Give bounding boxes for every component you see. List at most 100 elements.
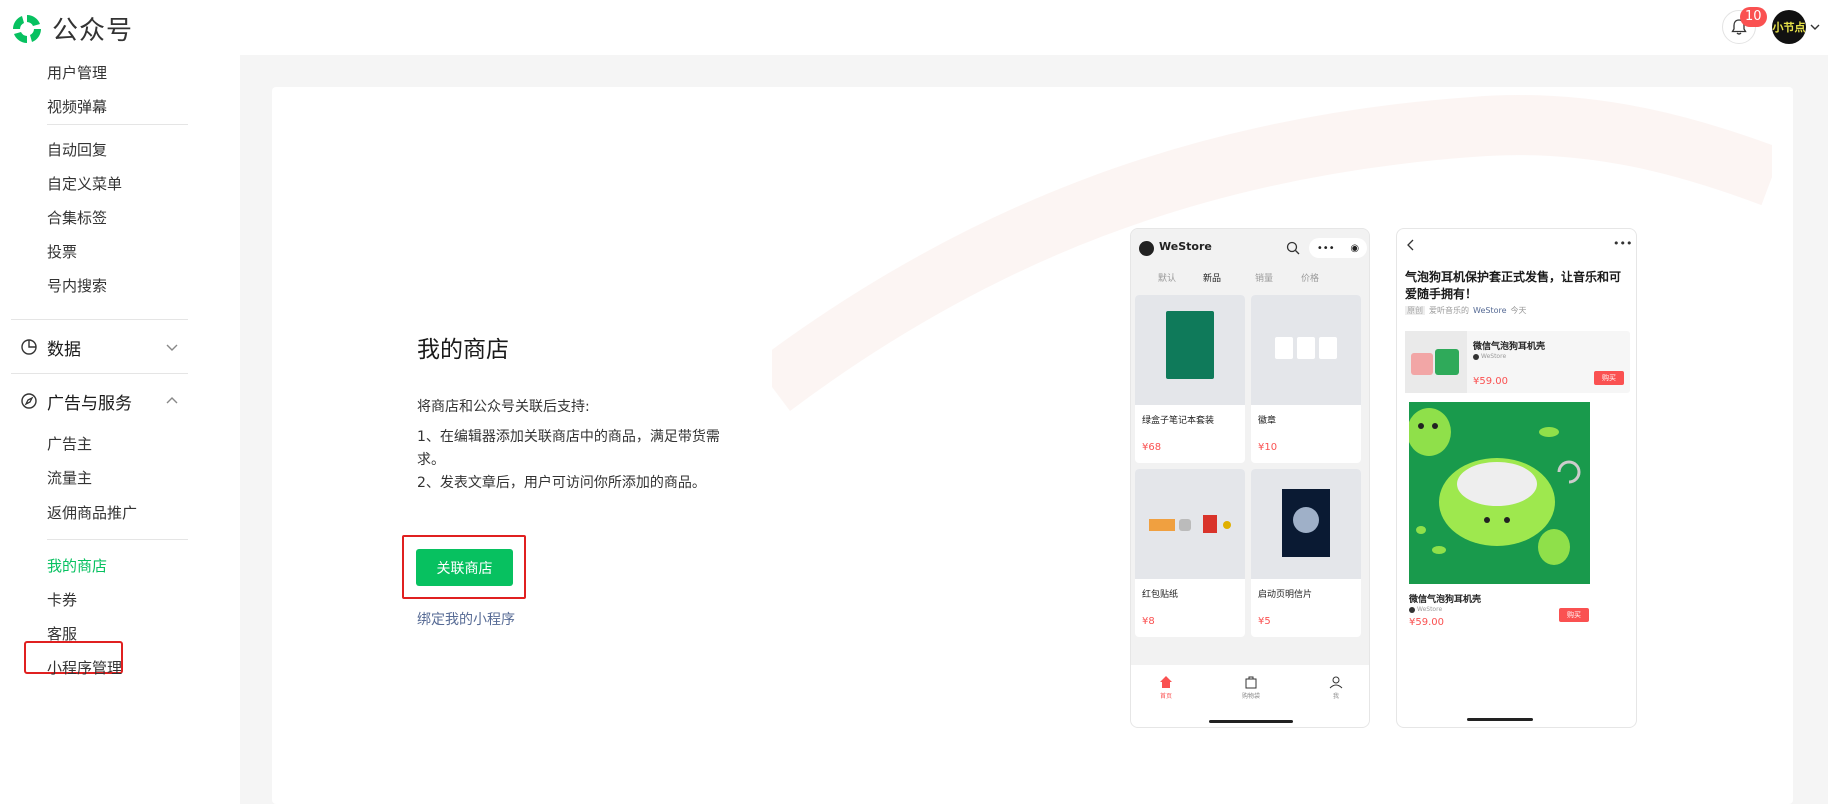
sidebar-item-user-management[interactable]: 用户管理: [47, 61, 107, 85]
product-name: 徽章: [1258, 416, 1277, 426]
sidebar-item-advertiser[interactable]: 广告主: [47, 432, 92, 456]
sidebar-item-mini-program[interactable]: 小程序管理: [47, 656, 122, 680]
sidebar-item-auto-reply[interactable]: 自动回复: [47, 138, 107, 162]
chevron-down-icon: [166, 344, 178, 351]
product-store: WeStore: [1473, 353, 1506, 360]
nav-label: 购物袋: [1241, 693, 1260, 700]
sidebar-group-label: 广告与服务: [47, 393, 132, 414]
product-price: ¥10: [1258, 442, 1278, 453]
store-preview-header: WeStore ••• ◉ 默认 新品 销量 价格: [1131, 229, 1369, 295]
store-dot-icon: [1409, 606, 1415, 613]
product-price: ¥5: [1258, 616, 1271, 627]
original-tag: 原创: [1405, 306, 1425, 315]
store-name: WeStore: [1159, 240, 1212, 253]
divider: [11, 319, 188, 320]
product-card: 红包贴纸 ¥8: [1135, 469, 1245, 637]
wechat-official-logo-icon: [13, 14, 41, 43]
store-preview-phone: WeStore ••• ◉ 默认 新品 销量 价格 绿盒子笔记本套装 ¥68 徽…: [1130, 228, 1370, 728]
divider: [47, 539, 188, 540]
store-tab: 销量: [1255, 274, 1274, 284]
earphone-case-illustration: [1409, 408, 1581, 565]
product-price: ¥59.00: [1473, 376, 1508, 387]
sidebar-item-coupons[interactable]: 卡券: [47, 588, 77, 612]
support-line: 2、发表文章后，用户可访问你所添加的商品。: [417, 475, 706, 491]
store-tab: 默认: [1158, 274, 1177, 284]
article-time: 今天: [1510, 306, 1527, 315]
store-bottom-nav: 首页 购物袋 我: [1131, 665, 1369, 727]
sidebar-item-commission-promo[interactable]: 返佣商品推广: [47, 501, 137, 525]
chevron-up-icon: [166, 397, 178, 404]
product-image: [1405, 331, 1467, 393]
app-logo[interactable]: 公众号: [10, 10, 133, 47]
target-icon: ◉: [1350, 242, 1360, 254]
product-card: 启动页明信片 ¥5: [1251, 469, 1361, 637]
compass-icon: [21, 393, 37, 409]
article-preview-phone: ••• 气泡狗耳机保护套正式发售，让音乐和可爱随手拥有！ 原创 爱听音乐的 WeSt…: [1396, 228, 1637, 728]
sidebar-item-collection-tags[interactable]: 合集标签: [47, 206, 107, 230]
article-account: WeStore: [1473, 306, 1507, 315]
sidebar-group-data[interactable]: 数据: [20, 334, 180, 360]
product-name: 启动页明信片: [1258, 590, 1313, 600]
sidebar-group-ads-services[interactable]: 广告与服务: [20, 388, 180, 414]
product-embed: 微信气泡狗耳机壳 WeStore ¥59.00 购买: [1405, 331, 1630, 393]
nav-me: 我: [1311, 675, 1361, 700]
notification-badge: 10: [1740, 7, 1767, 27]
product-hero-image: [1409, 402, 1590, 584]
sidebar: 用户管理 视频弹幕 自动回复 自定义菜单 合集标签 投票 号内搜索 数据 广告与…: [0, 55, 240, 804]
sidebar-item-video-danmaku[interactable]: 视频弹幕: [47, 95, 107, 119]
main-panel: 我的商店 将商店和公众号关联后支持: 1、在编辑器添加关联商店中的商品，满足带货…: [272, 87, 1793, 804]
page-description: 将商店和公众号关联后支持:: [417, 399, 590, 415]
sidebar-item-vote[interactable]: 投票: [47, 240, 77, 264]
westore-logo-icon: [1139, 241, 1154, 256]
buy-button: 购买: [1559, 608, 1589, 622]
avatar[interactable]: 小节点: [1772, 10, 1806, 44]
sidebar-item-custom-menu[interactable]: 自定义菜单: [47, 172, 122, 196]
product-name: 红包贴纸: [1142, 590, 1179, 600]
support-line: 1、在编辑器添加关联商店中的商品，满足带货需: [417, 429, 720, 445]
product-card: 徽章 ¥10: [1251, 295, 1361, 463]
sidebar-item-customer-service[interactable]: 客服: [47, 622, 77, 646]
sidebar-item-my-store[interactable]: 我的商店: [47, 554, 107, 578]
support-line: 求。: [417, 452, 445, 468]
capsule-menu: ••• ◉: [1309, 238, 1367, 258]
more-dots-icon: •••: [1613, 237, 1633, 250]
nav-label: 首页: [1159, 693, 1172, 700]
product-image: [1251, 469, 1361, 579]
pie-chart-icon: [21, 339, 37, 355]
divider: [11, 373, 188, 374]
product-image: [1251, 295, 1361, 405]
link-store-button[interactable]: 关联商店: [416, 549, 513, 586]
product-name: 绿盒子笔记本套装: [1142, 416, 1215, 426]
sidebar-group-label: 数据: [47, 339, 81, 360]
app-title: 公众号: [52, 16, 134, 46]
article-author: 爱听音乐的: [1429, 306, 1469, 315]
buy-button: 购买: [1594, 371, 1624, 385]
product-price: ¥59.00: [1409, 617, 1444, 628]
article-meta: 原创 爱听音乐的 WeStore 今天: [1405, 305, 1527, 316]
page-title: 我的商店: [417, 337, 509, 363]
store-dot-icon: [1473, 353, 1479, 360]
divider: [47, 124, 188, 125]
store-tab: 价格: [1301, 274, 1320, 284]
avatar-text: 小节点: [1772, 21, 1806, 34]
product-card: 绿盒子笔记本套装 ¥68: [1135, 295, 1245, 463]
nav-label: 我: [1332, 693, 1339, 700]
chevron-down-icon[interactable]: [1808, 20, 1822, 34]
sidebar-item-traffic-owner[interactable]: 流量主: [47, 466, 92, 490]
store-tab: 新品: [1203, 274, 1222, 284]
nav-bag: 购物袋: [1226, 675, 1276, 700]
sidebar-item-in-account-search[interactable]: 号内搜索: [47, 274, 107, 298]
product-price: ¥68: [1142, 442, 1162, 453]
product-name: 微信气泡狗耳机壳: [1473, 342, 1546, 352]
article-title: 气泡狗耳机保护套正式发售，让音乐和可爱随手拥有！: [1405, 270, 1622, 301]
bind-mini-program-link[interactable]: 绑定我的小程序: [417, 609, 515, 629]
product-image: [1135, 295, 1245, 405]
home-indicator: [1209, 720, 1293, 723]
top-bar: 公众号 10 小节点: [0, 0, 1828, 55]
home-icon: [1160, 676, 1172, 688]
product-name: 微信气泡狗耳机壳: [1409, 595, 1482, 605]
product-price: ¥8: [1142, 616, 1155, 627]
shopping-bag-icon: [1245, 676, 1257, 689]
nav-home: 首页: [1141, 675, 1191, 700]
product-image: [1135, 469, 1245, 579]
